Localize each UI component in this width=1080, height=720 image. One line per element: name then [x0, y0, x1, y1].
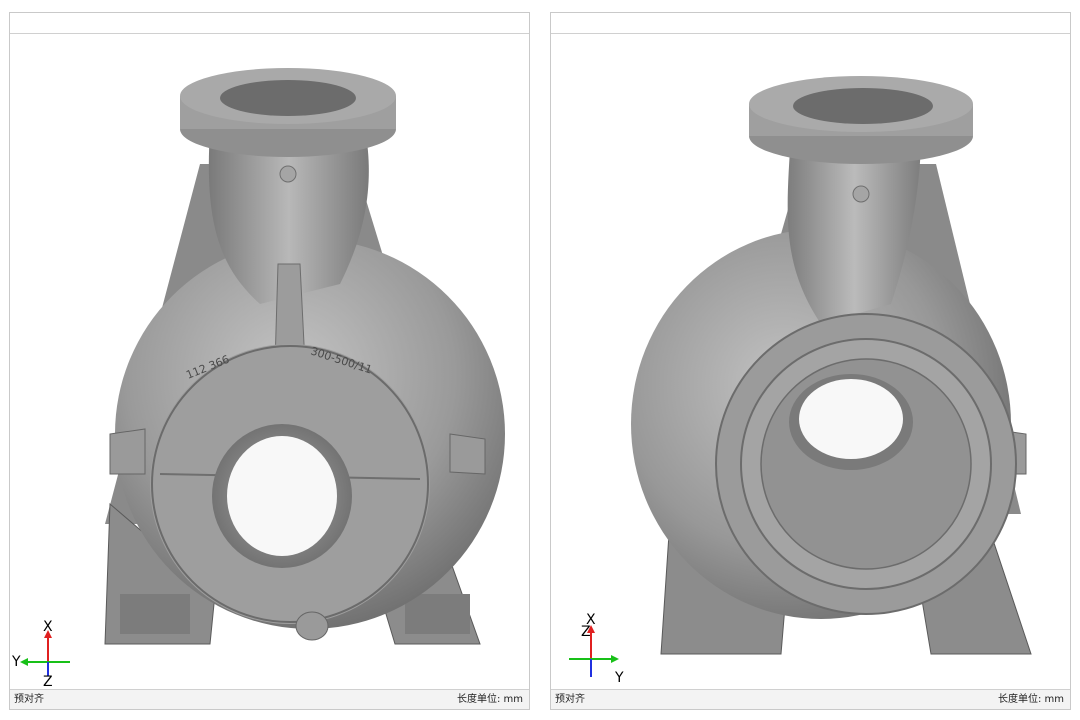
axis-y-label: Y [615, 670, 624, 686]
axis-z-label: Z [581, 624, 591, 640]
unit-value: mm [1044, 694, 1064, 705]
unit-readout: 长度单位: mm [457, 690, 523, 709]
status-bar-left: 预对齐 长度单位: mm [10, 689, 529, 709]
status-bar-right: 预对齐 长度单位: mm [551, 689, 1070, 709]
model-canvas-right[interactable]: X Z Y [551, 34, 1070, 689]
viewport-toolbar [10, 13, 529, 34]
axis-z-label: Z [43, 674, 53, 690]
axis-triad-right: X Z Y [551, 609, 631, 689]
axis-triad-left: X Y Z [10, 614, 90, 694]
right-3d-viewport[interactable]: X Z Y 预对齐 长度单位: mm [550, 12, 1071, 710]
status-prealign: 预对齐 [555, 694, 585, 705]
model-canvas-left[interactable]: 112 366 300-500/11 X Y Z [10, 34, 529, 689]
pump-casing-model-rear[interactable] [551, 34, 1070, 690]
pump-casing-model-front[interactable]: 112 366 300-500/11 [10, 34, 529, 690]
unit-label: 长度单位: [997, 694, 1042, 705]
status-prealign: 预对齐 [14, 694, 44, 705]
unit-label: 长度单位: [456, 694, 501, 705]
axis-x-label: X [43, 619, 53, 635]
unit-readout: 长度单位: mm [998, 690, 1064, 709]
axis-y-label: Y [12, 654, 21, 670]
unit-value: mm [503, 694, 523, 705]
left-3d-viewport[interactable]: 112 366 300-500/11 X Y Z 预对齐 长度单位: mm [9, 12, 530, 710]
viewport-toolbar [551, 13, 1070, 34]
